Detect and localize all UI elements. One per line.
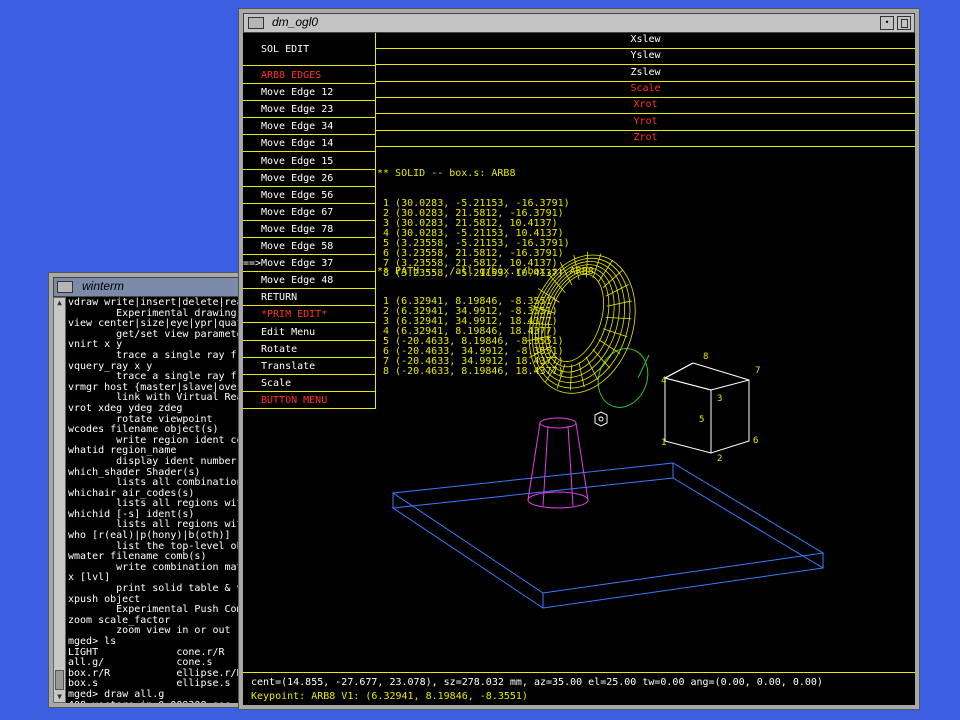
dm-ogl0-window[interactable]: dm_ogl0 • 1 2 3 4 5 6 7 8 SOL EDIT ARB8 … (238, 8, 920, 710)
scroll-up-icon[interactable]: ▲ (54, 298, 65, 308)
menu-item-move-edge-15[interactable]: Move Edge 15 (243, 153, 375, 170)
cone-wireframe (527, 417, 589, 509)
menu-item-move-edge-48[interactable]: Move Edge 48 (243, 272, 375, 290)
menu-item-return[interactable]: RETURN (243, 289, 375, 307)
menu-item-move-edge-23[interactable]: Move Edge 23 (243, 101, 375, 119)
slider-xslew[interactable]: Xslew (376, 33, 915, 49)
menu-item-move-edge-14[interactable]: Move Edge 14 (243, 135, 375, 153)
menu-header: SOL EDIT (243, 33, 375, 66)
ogl-title: dm_ogl0 (272, 15, 319, 29)
solid-header: ** SOLID -- box.s: ARB8 (377, 168, 516, 179)
scroll-down-icon[interactable]: ▼ (54, 692, 65, 702)
ground-plate (391, 462, 825, 609)
slider-xrot[interactable]: Xrot (376, 98, 915, 115)
window-menu-icon[interactable] (57, 281, 73, 293)
ogl-titlebar[interactable]: dm_ogl0 • (243, 13, 915, 33)
slider-zrot[interactable]: Zrot (376, 131, 915, 147)
menu-item-button-menu[interactable]: BUTTON MENU (243, 392, 375, 409)
box-wireframe (663, 362, 750, 454)
vertex-label-6: 6 (753, 436, 758, 446)
ellipse-wireframe (597, 348, 650, 408)
terminal-output[interactable]: vdraw write|insert|delete|read| Experime… (66, 297, 243, 703)
menu-item-scale[interactable]: Scale (243, 375, 375, 392)
center-marker (594, 411, 608, 427)
menu-item-arb8-edges[interactable]: ARB8 EDGES (243, 67, 375, 84)
scroll-thumb[interactable] (55, 670, 64, 690)
menu-item-move-edge-34[interactable]: Move Edge 34 (243, 118, 375, 136)
graphics-canvas[interactable]: 1 2 3 4 5 6 7 8 SOL EDIT ARB8 EDGES Move Edge 12… (243, 33, 915, 705)
winterm-window[interactable]: winterm ▲ ▼ vdraw write|insert|delete|re… (48, 272, 248, 708)
vertex-label-5: 5 (699, 415, 704, 425)
menu-item-move-edge-12[interactable]: Move Edge 12 (243, 84, 375, 102)
menu-item-move-edge-26[interactable]: Move Edge 26 (243, 170, 375, 187)
slider-scale[interactable]: Scale (376, 82, 915, 98)
path-header: ** PATH -- /all.g/box.r/box.s: ARB8 (377, 266, 594, 277)
menu-item-move-edge-78[interactable]: Move Edge 78 (243, 221, 375, 238)
slider-yslew[interactable]: Yslew (376, 49, 915, 66)
edit-menu: SOL EDIT ARB8 EDGES Move Edge 12 Move Edge… (243, 33, 376, 409)
vertex-label-1: 1 (661, 438, 666, 448)
menu-item-prim-edit[interactable]: *PRIM EDIT* (243, 306, 375, 324)
vertex-label-7: 7 (755, 366, 760, 376)
window-menu-icon[interactable] (248, 17, 264, 29)
path-vertex-line: 8 (-20.4633, 8.19846, 18.4377) (377, 366, 564, 377)
terminal-text: vdraw write|insert|delete|read| Experime… (66, 297, 243, 703)
vertex-label-3: 3 (717, 394, 722, 404)
winterm-title: winterm (82, 279, 125, 293)
vertex-label-4: 4 (661, 376, 666, 386)
path-info: ** PATH -- /all.g/box.r/box.s: ARB8 1 (6… (377, 247, 594, 397)
winterm-scrollbar[interactable]: ▲ ▼ (53, 297, 66, 703)
vertex-label-2: 2 (717, 454, 722, 464)
menu-item-rotate[interactable]: Rotate (243, 341, 375, 358)
menu-item-edit-menu[interactable]: Edit Menu (243, 324, 375, 341)
menu-item-move-edge-56[interactable]: Move Edge 56 (243, 187, 375, 204)
minimize-icon[interactable]: • (880, 16, 894, 30)
menu-item-translate[interactable]: Translate (243, 358, 375, 375)
slider-yrot[interactable]: Yrot (376, 115, 915, 131)
menu-item-move-edge-58[interactable]: Move Edge 58 (243, 238, 375, 255)
menu-item-move-edge-67[interactable]: Move Edge 67 (243, 204, 375, 221)
status-bar: cent=(14.855, -27.677, 23.078), sz=278.0… (243, 672, 915, 705)
slider-zslew[interactable]: Zslew (376, 66, 915, 82)
maximize-icon[interactable] (897, 16, 911, 30)
view-status-line: cent=(14.855, -27.677, 23.078), sz=278.0… (251, 677, 823, 688)
winterm-titlebar[interactable]: winterm (53, 277, 243, 297)
vertex-label-8: 8 (703, 352, 708, 362)
keypoint-line: Keypoint: ARB8 V1: (6.32941, 8.19846, -8… (251, 691, 528, 702)
menu-item-move-edge-37[interactable]: ==>Move Edge 37 (243, 255, 375, 273)
